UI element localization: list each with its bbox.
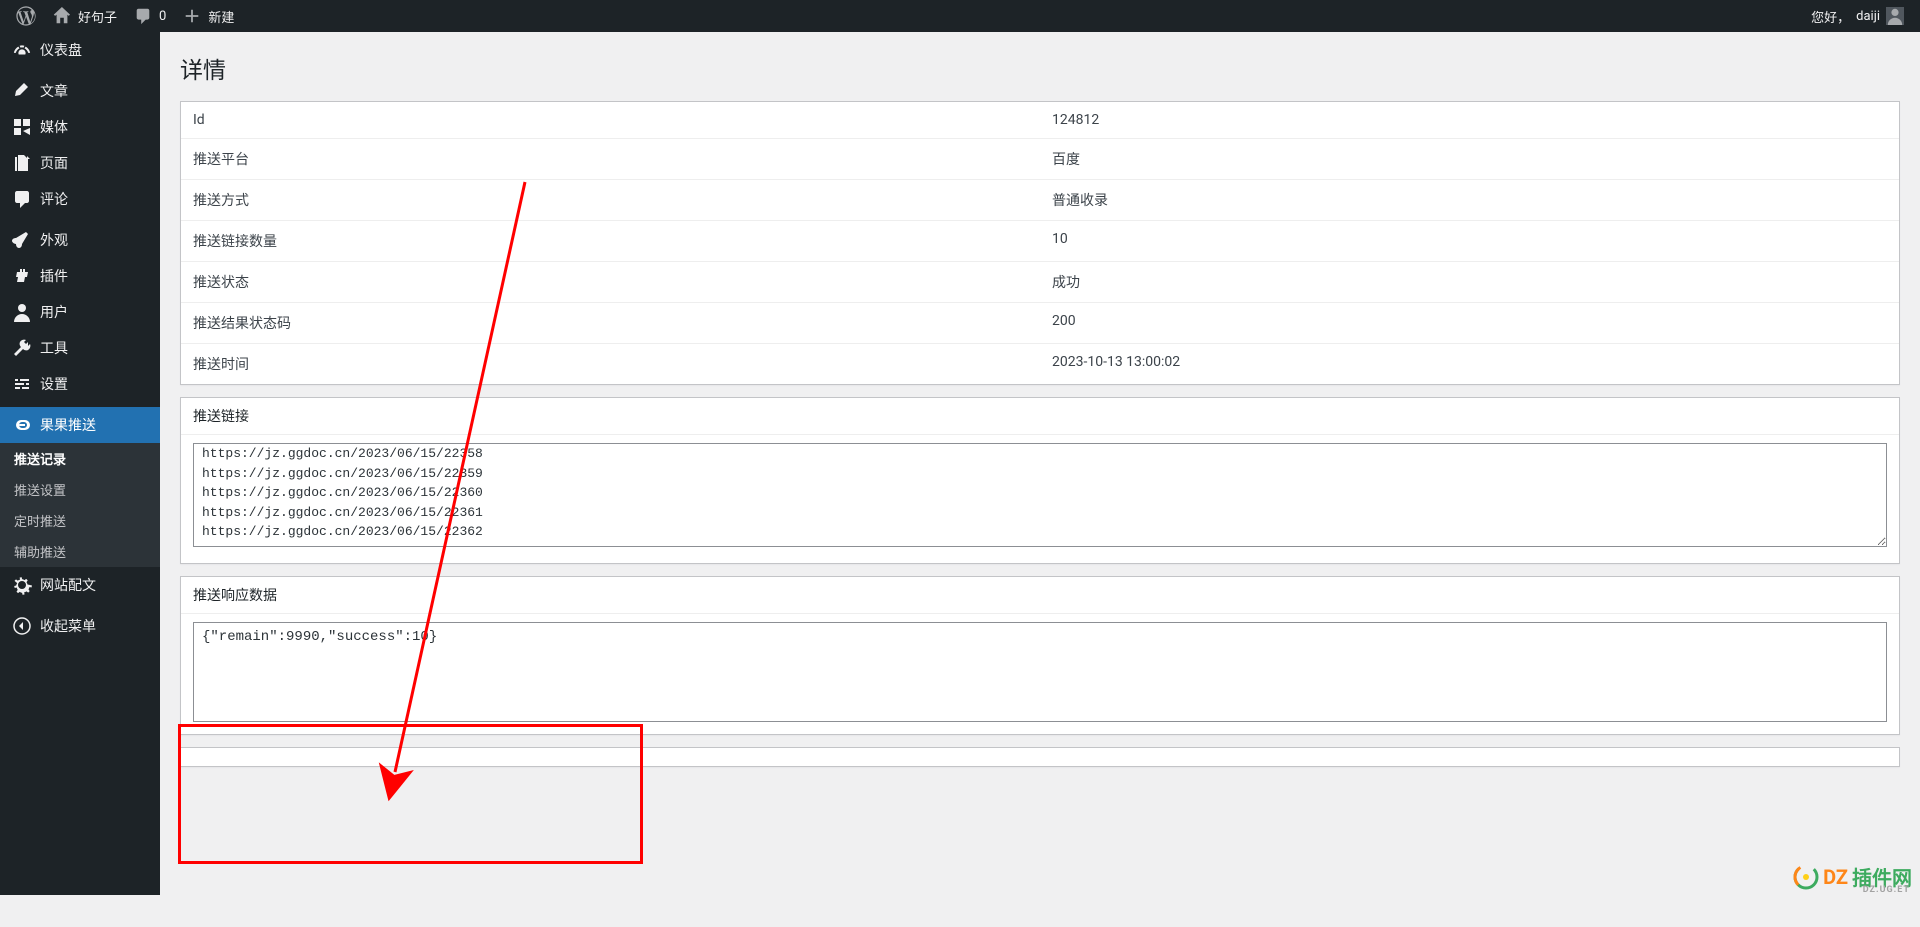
detail-row: 推送结果状态码200 — [181, 302, 1899, 343]
site-home[interactable]: 好句子 — [44, 0, 125, 32]
details-panel: Id124812推送平台百度推送方式普通收录推送链接数量10推送状态成功推送结果… — [180, 101, 1900, 385]
plugin-icon — [12, 266, 32, 286]
brush-icon — [12, 230, 32, 250]
sidebar-item-users[interactable]: 用户 — [0, 294, 160, 330]
sidebar-item-site-config[interactable]: 网站配文 — [0, 567, 160, 603]
sidebar-label: 设置 — [40, 374, 68, 394]
sidebar-label: 收起菜单 — [40, 616, 96, 636]
detail-label: 推送链接数量 — [181, 221, 1040, 261]
wp-logo[interactable] — [8, 0, 44, 32]
detail-row: 推送平台百度 — [181, 138, 1899, 179]
greeting-label: 您好， — [1811, 7, 1850, 26]
watermark: DZ插件网 DZ.UG.ET — [1793, 862, 1912, 891]
dashboard-icon — [12, 40, 32, 60]
page-icon — [12, 153, 32, 173]
admin-bar: 好句子 0 新建 您好， daiji — [0, 0, 1920, 32]
media-icon — [12, 117, 32, 137]
comments-count: 0 — [159, 9, 166, 24]
wordpress-icon — [16, 6, 36, 26]
collapse-icon — [12, 616, 32, 636]
submenu-push-settings[interactable]: 推送设置 — [0, 474, 160, 505]
detail-value: 成功 — [1040, 262, 1899, 302]
sidebar-collapse[interactable]: 收起菜单 — [0, 608, 160, 644]
user-icon — [12, 302, 32, 322]
detail-label: 推送状态 — [181, 262, 1040, 302]
avatar-icon — [1886, 7, 1904, 25]
detail-label: 推送平台 — [181, 139, 1040, 179]
sidebar-item-tools[interactable]: 工具 — [0, 330, 160, 366]
sliders-icon — [12, 374, 32, 394]
home-icon — [52, 6, 72, 26]
sidebar-label: 插件 — [40, 266, 68, 286]
links-panel-title: 推送链接 — [181, 398, 1899, 435]
response-panel: 推送响应数据 {"remain":9990,"success":10} — [180, 576, 1900, 735]
detail-value: 2023-10-13 13:00:02 — [1040, 344, 1899, 384]
detail-row: 推送链接数量10 — [181, 220, 1899, 261]
link-icon — [12, 415, 32, 435]
sidebar-item-comments[interactable]: 评论 — [0, 181, 160, 217]
sidebar-item-dashboard[interactable]: 仪表盘 — [0, 32, 160, 68]
username-label: daiji — [1856, 9, 1880, 24]
sidebar-label: 外观 — [40, 230, 68, 250]
admin-sidebar: 仪表盘 文章 媒体 页面 评论 外观 插件 用户 工具 设置 果果推送 — [0, 32, 160, 895]
wrench-icon — [12, 338, 32, 358]
detail-value: 普通收录 — [1040, 180, 1899, 220]
new-label: 新建 — [208, 7, 234, 26]
detail-value: 124812 — [1040, 102, 1899, 138]
empty-panel — [180, 747, 1900, 767]
sidebar-item-guoguo-push[interactable]: 果果推送 — [0, 407, 160, 443]
detail-value: 百度 — [1040, 139, 1899, 179]
detail-label: 推送结果状态码 — [181, 303, 1040, 343]
watermark-sub: DZ.UG.ET — [1863, 885, 1910, 895]
submenu-assist-push[interactable]: 辅助推送 — [0, 536, 160, 567]
plus-icon — [182, 6, 202, 26]
detail-row: 推送状态成功 — [181, 261, 1899, 302]
sidebar-label: 果果推送 — [40, 415, 96, 435]
sidebar-item-posts[interactable]: 文章 — [0, 73, 160, 109]
detail-row: Id124812 — [181, 102, 1899, 138]
watermark-text1: DZ — [1823, 865, 1848, 889]
detail-label: 推送方式 — [181, 180, 1040, 220]
detail-value: 10 — [1040, 221, 1899, 261]
new-content[interactable]: 新建 — [174, 0, 242, 32]
content-area: 详情 Id124812推送平台百度推送方式普通收录推送链接数量10推送状态成功推… — [160, 32, 1920, 807]
links-panel: 推送链接 — [180, 397, 1900, 564]
site-name-label: 好句子 — [78, 7, 117, 26]
page-title: 详情 — [180, 42, 1900, 89]
sidebar-item-pages[interactable]: 页面 — [0, 145, 160, 181]
detail-label: Id — [181, 102, 1040, 138]
sidebar-item-media[interactable]: 媒体 — [0, 109, 160, 145]
comment-icon — [12, 189, 32, 209]
sidebar-label: 仪表盘 — [40, 40, 82, 60]
submenu-push-log[interactable]: 推送记录 — [0, 443, 160, 474]
sidebar-label: 用户 — [40, 302, 68, 322]
user-account[interactable]: 您好， daiji — [1803, 0, 1912, 32]
detail-label: 推送时间 — [181, 344, 1040, 384]
links-textarea[interactable] — [193, 443, 1887, 547]
sidebar-label: 媒体 — [40, 117, 68, 137]
sidebar-submenu: 推送记录 推送设置 定时推送 辅助推送 — [0, 443, 160, 567]
response-box[interactable]: {"remain":9990,"success":10} — [193, 622, 1887, 722]
sidebar-item-settings[interactable]: 设置 — [0, 366, 160, 402]
sidebar-item-appearance[interactable]: 外观 — [0, 222, 160, 258]
detail-row: 推送方式普通收录 — [181, 179, 1899, 220]
comment-icon — [133, 6, 153, 26]
watermark-icon — [1793, 864, 1819, 890]
sidebar-label: 网站配文 — [40, 575, 96, 595]
sidebar-label: 文章 — [40, 81, 68, 101]
sidebar-label: 工具 — [40, 338, 68, 358]
sidebar-label: 页面 — [40, 153, 68, 173]
pin-icon — [12, 81, 32, 101]
response-panel-title: 推送响应数据 — [181, 577, 1899, 614]
gear-icon — [12, 575, 32, 595]
detail-value: 200 — [1040, 303, 1899, 343]
detail-row: 推送时间2023-10-13 13:00:02 — [181, 343, 1899, 384]
sidebar-item-plugins[interactable]: 插件 — [0, 258, 160, 294]
comments-bubble[interactable]: 0 — [125, 0, 174, 32]
sidebar-label: 评论 — [40, 189, 68, 209]
submenu-scheduled-push[interactable]: 定时推送 — [0, 505, 160, 536]
